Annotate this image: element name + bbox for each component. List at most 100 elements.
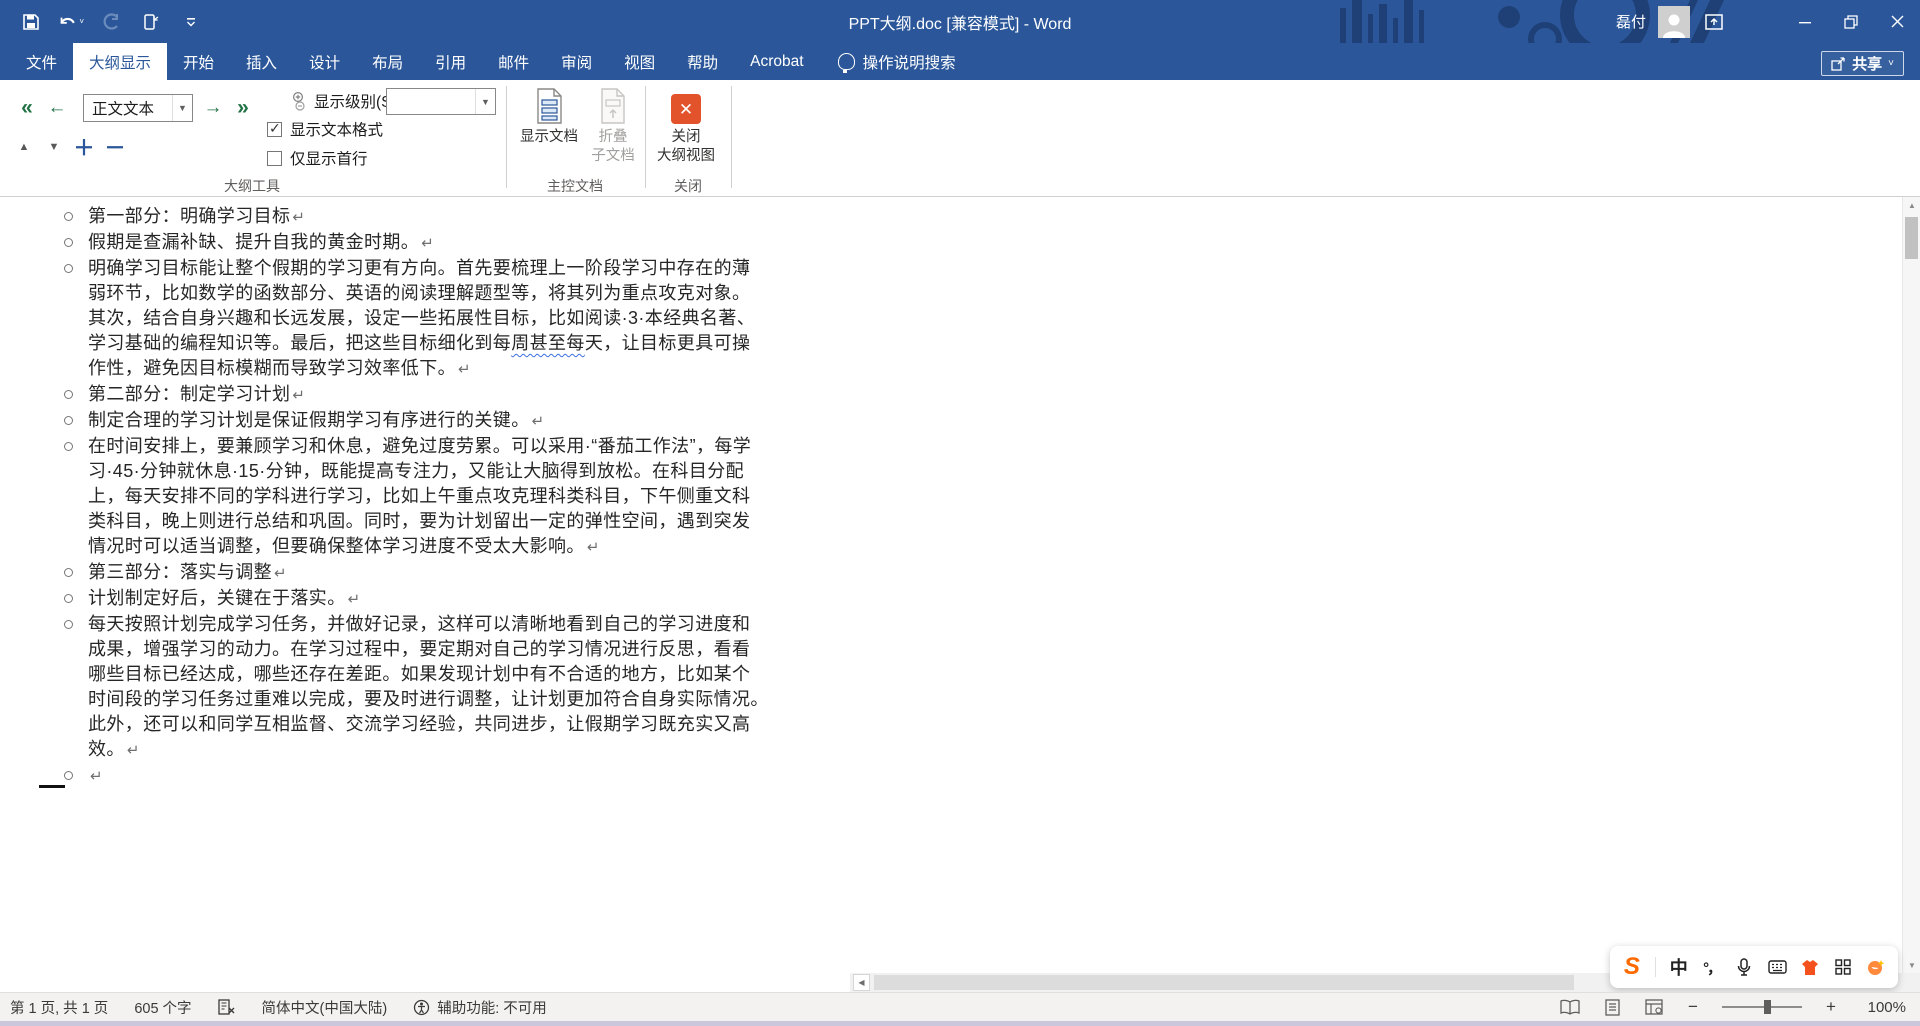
zoom-level[interactable]: 100%	[1860, 999, 1906, 1016]
minimize-button[interactable]	[1782, 0, 1828, 43]
ime-toolbox-icon[interactable]	[1833, 955, 1853, 979]
outline-text-line[interactable]: 时间段的学习任务过重难以完成，要及时进行调整，让计划更加符合自身实际情况。	[88, 687, 769, 712]
outline-text-line[interactable]: 效。 ↵	[88, 737, 769, 763]
scroll-left-icon[interactable]: ◀	[853, 974, 870, 991]
collapse-subdocuments-label-line1: 折叠	[598, 129, 628, 145]
web-layout-icon[interactable]	[1644, 998, 1664, 1016]
accessibility-status[interactable]: 辅助功能: 不可用	[413, 997, 547, 1018]
document-canvas[interactable]: 第一部分：明确学习目标 ↵ 假期是查漏补缺、提升自我的黄金时期。 ↵ 明确学习目标能让整…	[0, 197, 1902, 973]
scroll-up-icon[interactable]: ▲	[1903, 197, 1920, 213]
tab-帮助[interactable]: 帮助	[671, 43, 734, 80]
tab-插入[interactable]: 插入	[230, 43, 293, 80]
outline-text-line[interactable]: 习·45·分钟就休息·15·分钟，既能提高专注力，又能让大脑得到放松。在科目分配	[88, 459, 751, 484]
collapse-button[interactable]: －	[103, 136, 127, 160]
vertical-scrollbar-thumb[interactable]	[1905, 217, 1918, 259]
share-button[interactable]: 共享 ˅	[1821, 51, 1904, 76]
ime-skin-icon[interactable]	[1800, 955, 1820, 979]
outline-bullet-icon[interactable]	[64, 238, 73, 247]
scroll-down-icon[interactable]: ▼	[1903, 957, 1920, 973]
tell-me-search[interactable]: 操作说明搜索	[837, 43, 956, 80]
tab-设计[interactable]: 设计	[293, 43, 356, 80]
outline-text-line[interactable]: ↵	[88, 763, 103, 789]
zoom-out-button[interactable]: −	[1686, 997, 1700, 1017]
page-indicator[interactable]: 第 1 页, 共 1 页	[10, 997, 108, 1018]
tab-视图[interactable]: 视图	[608, 43, 671, 80]
outline-text-line[interactable]: 类科目，晚上则进行总结和巩固。同时，要为计划留出一定的弹性空间，遇到突发	[88, 509, 751, 534]
tab-邮件[interactable]: 邮件	[482, 43, 545, 80]
outline-text-line[interactable]: 制定合理的学习计划是保证假期学习有序进行的关键。 ↵	[88, 408, 545, 434]
show-text-formatting-option[interactable]: 显示文本格式	[267, 118, 383, 140]
promote-button[interactable]: ←	[44, 94, 70, 122]
proofing-status[interactable]	[217, 999, 236, 1015]
close-outline-view-button[interactable]: ✕ 关闭 大纲视图	[650, 86, 722, 166]
outline-text-line[interactable]: 弱环节，比如数学的函数部分、英语的阅读理解题型等，将其列为重点攻克对象。	[88, 281, 755, 306]
show-first-line-only-option[interactable]: 仅显示首行	[267, 147, 368, 169]
outline-text-line[interactable]: 哪些目标已经达成，哪些还存在差距。如果发现计划中有不合适的地方，比如某个	[88, 662, 769, 687]
outline-text-line[interactable]: 明确学习目标能让整个假期的学习更有方向。首先要梳理上一阶段学习中存在的薄	[88, 256, 755, 281]
zoom-in-button[interactable]: +	[1824, 997, 1838, 1017]
avatar[interactable]	[1658, 5, 1690, 38]
promote-to-heading1-button[interactable]: «	[12, 94, 42, 122]
move-down-button[interactable]: ▼	[42, 136, 66, 158]
vertical-scrollbar[interactable]: ▲ ▼	[1902, 197, 1920, 973]
outline-text-line[interactable]: 此外，还可以和同学互相监督、交流学习经验，共同进步，让假期学习既充实又高	[88, 712, 769, 737]
tab-引用[interactable]: 引用	[419, 43, 482, 80]
chevron-down-icon[interactable]: ▼	[172, 95, 192, 121]
tab-开始[interactable]: 开始	[167, 43, 230, 80]
outline-bullet-icon[interactable]	[64, 390, 73, 399]
tab-大纲显示[interactable]: 大纲显示	[73, 43, 168, 80]
account-area[interactable]: 磊付	[1616, 0, 1690, 43]
outline-bullet-icon[interactable]	[64, 594, 73, 603]
outline-text-line[interactable]: 作性，避免因目标模糊而导致学习效率低下。 ↵	[88, 356, 755, 382]
outline-text-line[interactable]: 其次，结合自身兴趣和长远发展，设定一些拓展性目标，比如阅读·3·本经典名著、	[88, 306, 755, 331]
ribbon-display-options-icon[interactable]	[1694, 0, 1734, 43]
outline-text-line[interactable]: 在时间安排上，要兼顾学习和休息，避免过度劳累。可以采用·“番茄工作法”，每学	[88, 434, 751, 459]
ime-punctuation-icon[interactable]: °，	[1702, 955, 1722, 979]
print-layout-icon[interactable]	[1602, 998, 1622, 1016]
outline-bullet-icon[interactable]	[64, 568, 73, 577]
outline-bullet-icon[interactable]	[64, 442, 73, 451]
tab-布局[interactable]: 布局	[356, 43, 419, 80]
outline-bullet-icon[interactable]	[64, 416, 73, 425]
read-mode-icon[interactable]	[1560, 998, 1580, 1016]
outline-bullet-icon[interactable]	[64, 264, 73, 273]
outline-level-combobox[interactable]: 正文文本 ▼	[83, 94, 193, 122]
horizontal-scrollbar-thumb[interactable]	[874, 975, 1574, 990]
close-button[interactable]	[1874, 0, 1920, 43]
outline-text-line[interactable]: 学习基础的编程知识等。最后，把这些目标细化到每周甚至每天，让目标更具可操	[88, 331, 755, 356]
outline-text-line[interactable]: 情况时可以适当调整，但要确保整体学习进度不受太大影响。 ↵	[88, 534, 751, 560]
restore-button[interactable]	[1828, 0, 1874, 43]
outline-text-line[interactable]: 第一部分：明确学习目标 ↵	[88, 204, 305, 230]
ime-microphone-icon[interactable]	[1735, 955, 1755, 979]
outline-bullet-icon[interactable]	[64, 212, 73, 221]
chevron-down-icon[interactable]: ▼	[475, 89, 495, 114]
outline-bullet-icon[interactable]	[64, 620, 73, 629]
expand-button[interactable]: ＋	[72, 136, 96, 160]
outline-text-line[interactable]: 第三部分：落实与调整 ↵	[88, 560, 287, 586]
move-up-button[interactable]: ▲	[12, 136, 36, 158]
outline-text-line[interactable]: 每天按照计划完成学习任务，并做好记录，这样可以清晰地看到自己的学习进度和	[88, 612, 769, 637]
ime-emoji-icon[interactable]	[1866, 955, 1886, 979]
sogou-logo-icon[interactable]: S	[1622, 953, 1642, 980]
outline-text-line[interactable]: 成果，增强学习的动力。在学习过程中，要定期对自己的学习情况进行反思，看看	[88, 637, 769, 662]
show-level-combobox[interactable]: ▼	[386, 88, 496, 115]
ime-soft-keyboard-icon[interactable]	[1767, 955, 1787, 979]
show-document-button[interactable]: 显示文档	[513, 86, 585, 147]
zoom-slider-thumb[interactable]	[1764, 1000, 1771, 1014]
language-indicator[interactable]: 简体中文(中国大陆)	[262, 997, 388, 1018]
ime-chinese-mode-icon[interactable]: 中	[1669, 955, 1689, 979]
zoom-slider[interactable]	[1722, 1000, 1802, 1014]
tab-Acrobat[interactable]: Acrobat	[734, 43, 819, 80]
tab-审阅[interactable]: 审阅	[545, 43, 608, 80]
tab-文件[interactable]: 文件	[10, 43, 73, 80]
checkbox-unchecked-icon[interactable]	[267, 150, 282, 166]
outline-bullet-icon[interactable]	[64, 771, 73, 780]
outline-text-line[interactable]: 计划制定好后，关键在于落实。 ↵	[88, 586, 361, 612]
demote-to-bodytext-button[interactable]: »	[228, 94, 258, 122]
outline-text-line[interactable]: 假期是查漏补缺、提升自我的黄金时期。 ↵	[88, 230, 434, 256]
checkbox-checked-icon[interactable]	[267, 120, 282, 137]
word-count[interactable]: 605 个字	[134, 997, 191, 1018]
outline-text-line[interactable]: 第二部分：制定学习计划 ↵	[88, 382, 305, 408]
demote-button[interactable]: →	[200, 94, 226, 122]
outline-text-line[interactable]: 上，每天安排不同的学科进行学习，比如上午重点攻克理科类科目，下午侧重文科	[88, 484, 751, 509]
